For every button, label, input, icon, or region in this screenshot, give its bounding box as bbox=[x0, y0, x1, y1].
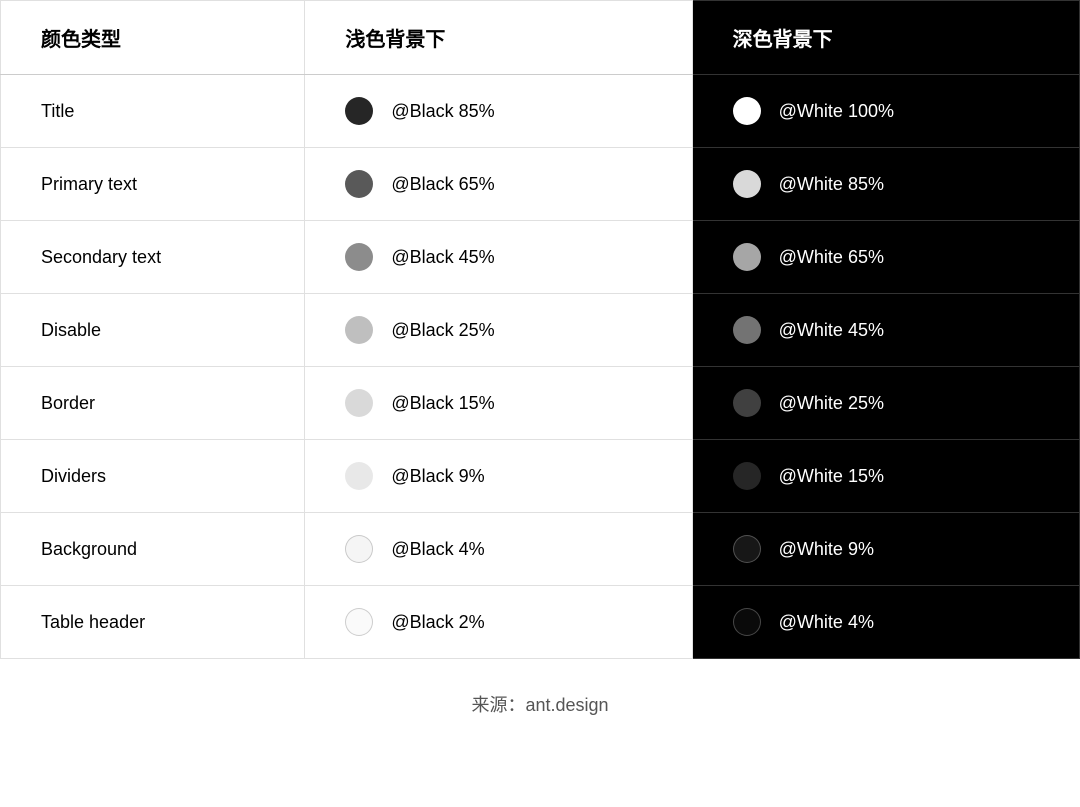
type-cell: Primary text bbox=[1, 148, 305, 221]
dark-label: @White 100% bbox=[779, 101, 894, 122]
source-text: 来源：ant.design bbox=[471, 695, 608, 715]
table-row: Table header @Black 2% @White 4% bbox=[1, 586, 1080, 659]
light-dot bbox=[345, 316, 373, 344]
dark-cell: @White 85% bbox=[692, 148, 1079, 221]
light-dot bbox=[345, 97, 373, 125]
footer: 来源：ant.design bbox=[0, 659, 1080, 741]
dark-label: @White 25% bbox=[779, 393, 884, 414]
table-row: Disable @Black 25% @White 45% bbox=[1, 294, 1080, 367]
dark-cell: @White 15% bbox=[692, 440, 1079, 513]
dark-dot bbox=[733, 243, 761, 271]
light-cell: @Black 25% bbox=[305, 294, 692, 367]
table-row: Title @Black 85% @White 100% bbox=[1, 75, 1080, 148]
dark-label: @White 15% bbox=[779, 466, 884, 487]
dark-dot bbox=[733, 535, 761, 563]
header-col-dark: 深色背景下 bbox=[692, 1, 1079, 75]
light-dot bbox=[345, 389, 373, 417]
dark-label: @White 85% bbox=[779, 174, 884, 195]
light-label: @Black 9% bbox=[391, 466, 484, 487]
header-col-light: 浅色背景下 bbox=[305, 1, 692, 75]
table-row: Secondary text @Black 45% @White 65% bbox=[1, 221, 1080, 294]
dark-label: @White 45% bbox=[779, 320, 884, 341]
dark-label: @White 4% bbox=[779, 612, 874, 633]
light-label: @Black 15% bbox=[391, 393, 494, 414]
light-cell: @Black 65% bbox=[305, 148, 692, 221]
dark-label: @White 65% bbox=[779, 247, 884, 268]
light-dot bbox=[345, 243, 373, 271]
light-cell: @Black 45% bbox=[305, 221, 692, 294]
table-row: Border @Black 15% @White 25% bbox=[1, 367, 1080, 440]
table-row: Dividers @Black 9% @White 15% bbox=[1, 440, 1080, 513]
type-cell: Table header bbox=[1, 586, 305, 659]
light-cell: @Black 2% bbox=[305, 586, 692, 659]
light-cell: @Black 15% bbox=[305, 367, 692, 440]
light-label: @Black 4% bbox=[391, 539, 484, 560]
header-col-type: 颜色类型 bbox=[1, 1, 305, 75]
dark-dot bbox=[733, 97, 761, 125]
light-cell: @Black 85% bbox=[305, 75, 692, 148]
type-cell: Border bbox=[1, 367, 305, 440]
light-label: @Black 2% bbox=[391, 612, 484, 633]
table-row: Primary text @Black 65% @White 85% bbox=[1, 148, 1080, 221]
light-label: @Black 25% bbox=[391, 320, 494, 341]
color-table: 颜色类型 浅色背景下 深色背景下 Title @Black 85% @White 1… bbox=[0, 0, 1080, 659]
dark-dot bbox=[733, 316, 761, 344]
type-cell: Disable bbox=[1, 294, 305, 367]
light-dot bbox=[345, 608, 373, 636]
dark-cell: @White 25% bbox=[692, 367, 1079, 440]
color-table-container: 颜色类型 浅色背景下 深色背景下 Title @Black 85% @White 1… bbox=[0, 0, 1080, 659]
light-label: @Black 45% bbox=[391, 247, 494, 268]
light-dot bbox=[345, 170, 373, 198]
dark-dot bbox=[733, 389, 761, 417]
type-cell: Secondary text bbox=[1, 221, 305, 294]
dark-cell: @White 4% bbox=[692, 586, 1079, 659]
dark-cell: @White 9% bbox=[692, 513, 1079, 586]
light-cell: @Black 9% bbox=[305, 440, 692, 513]
dark-label: @White 9% bbox=[779, 539, 874, 560]
dark-cell: @White 45% bbox=[692, 294, 1079, 367]
dark-cell: @White 65% bbox=[692, 221, 1079, 294]
dark-dot bbox=[733, 608, 761, 636]
type-cell: Dividers bbox=[1, 440, 305, 513]
light-dot bbox=[345, 535, 373, 563]
dark-dot bbox=[733, 170, 761, 198]
type-cell: Title bbox=[1, 75, 305, 148]
dark-dot bbox=[733, 462, 761, 490]
type-cell: Background bbox=[1, 513, 305, 586]
table-header-row: 颜色类型 浅色背景下 深色背景下 bbox=[1, 1, 1080, 75]
light-dot bbox=[345, 462, 373, 490]
dark-cell: @White 100% bbox=[692, 75, 1079, 148]
light-cell: @Black 4% bbox=[305, 513, 692, 586]
table-row: Background @Black 4% @White 9% bbox=[1, 513, 1080, 586]
light-label: @Black 85% bbox=[391, 101, 494, 122]
light-label: @Black 65% bbox=[391, 174, 494, 195]
